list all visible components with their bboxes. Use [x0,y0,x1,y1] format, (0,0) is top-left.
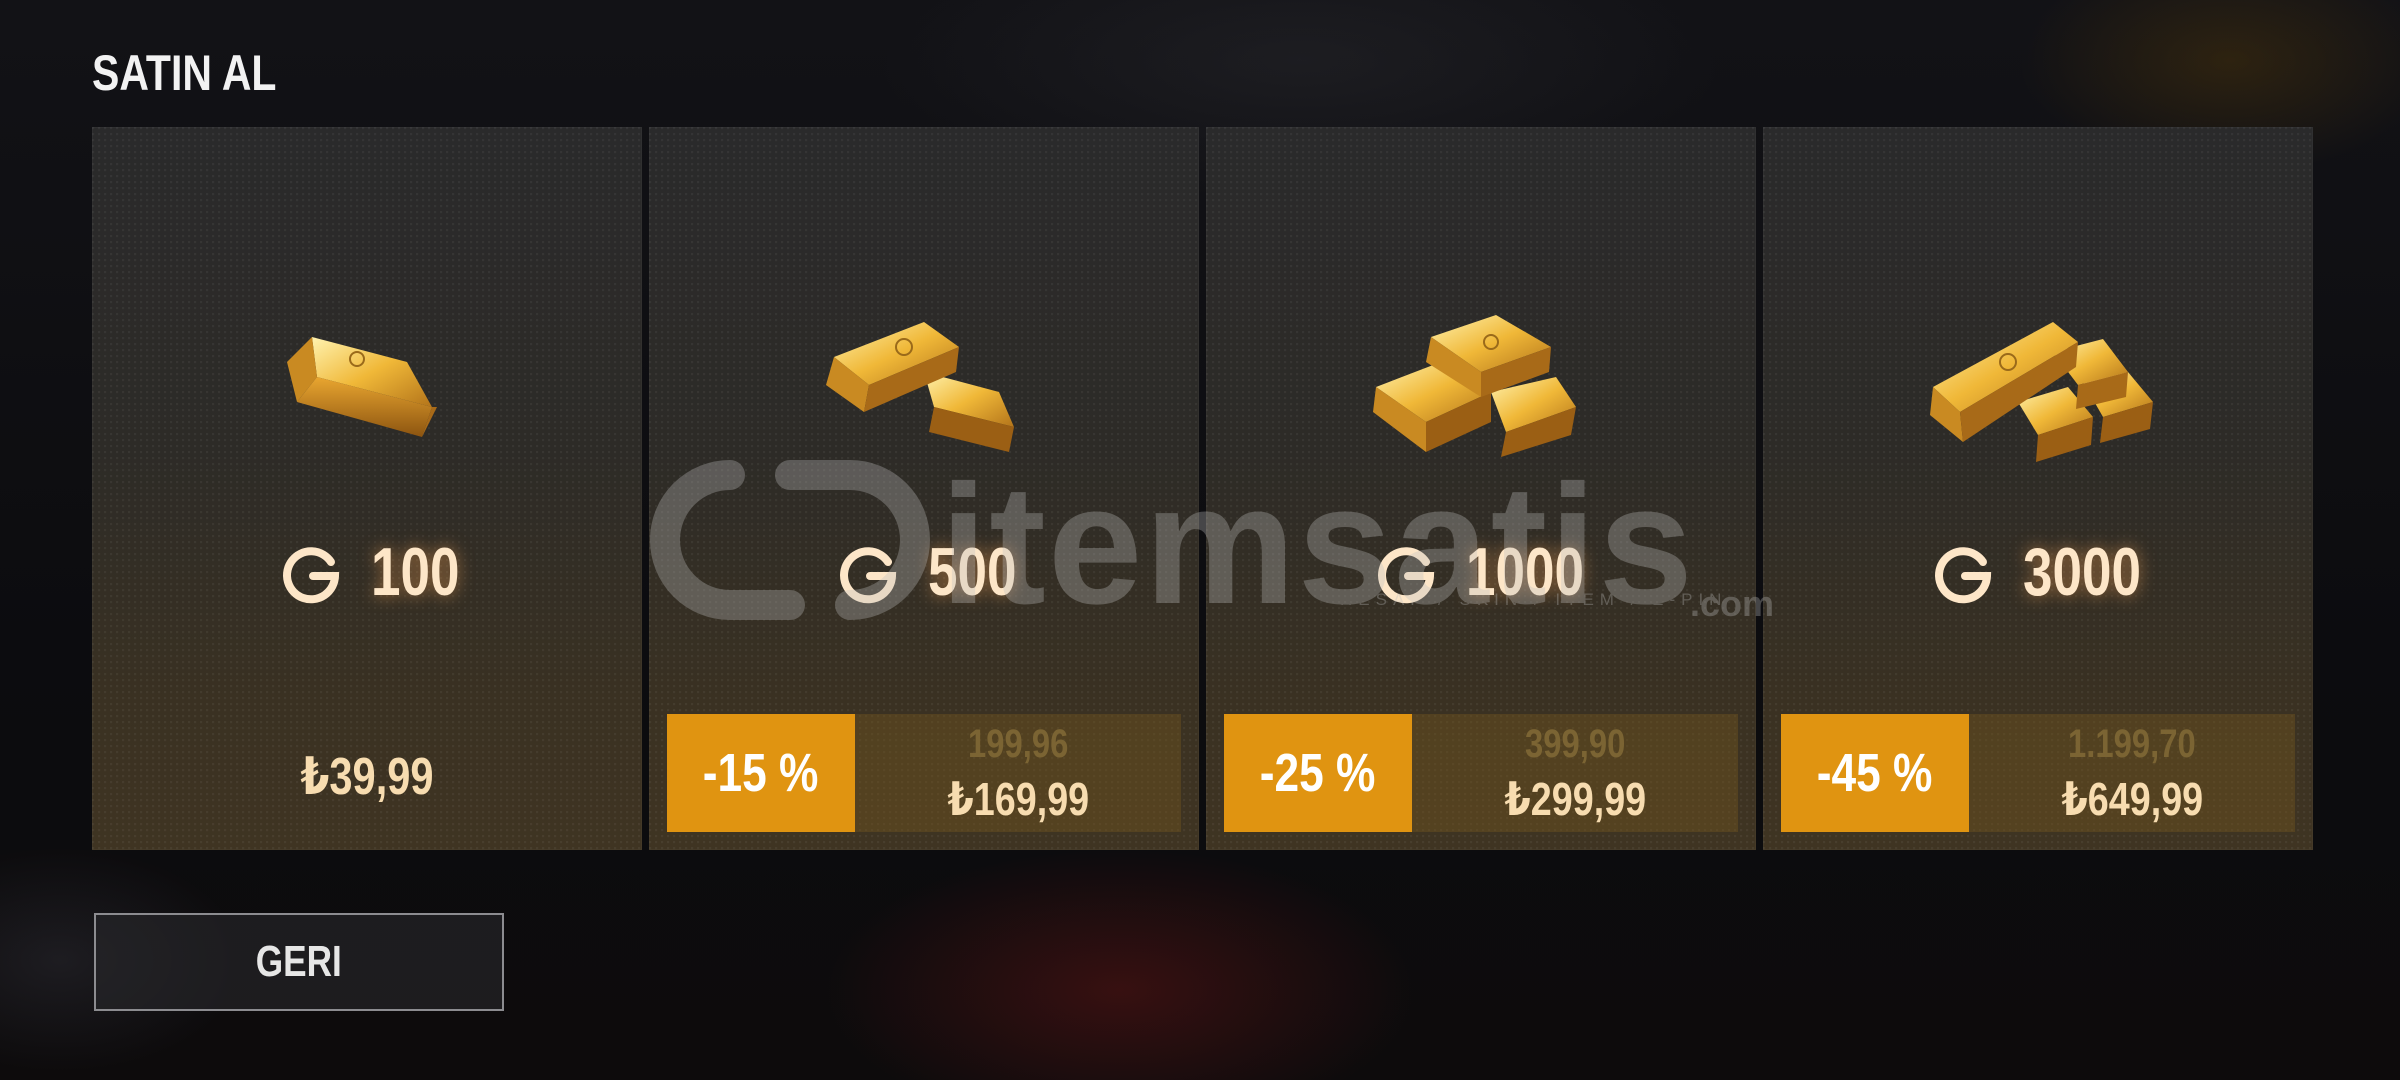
gold-bars-stack-icon [1373,315,1576,457]
discount-badge: -15 % [667,714,855,832]
price-label: ₺169,99 [947,773,1089,825]
shop-screen: SATIN AL 100 ₺39,99 500 -15 % 199,96 ₺16… [0,0,2400,1080]
gold-g-icon [1378,547,1435,604]
gold-bar-icon [287,337,437,437]
package-card-3000[interactable]: 3000 -45 % 1.199,70 ₺649,99 [1763,127,2313,850]
gold-bars-icon [826,322,1014,452]
price-label: ₺39,99 [300,748,434,806]
page-title: SATIN AL [92,45,277,101]
back-button[interactable]: GERI [94,913,504,1011]
gold-g-icon [1935,547,1992,604]
deal-box: -45 % 1.199,70 ₺649,99 [1781,714,2295,832]
package-list: 100 ₺39,99 500 -15 % 199,96 ₺169,99 1000… [92,127,2314,850]
amount-row: 1000 [1206,527,1756,617]
gold-g-icon [283,547,340,604]
package-card-500[interactable]: 500 -15 % 199,96 ₺169,99 [649,127,1199,850]
gold-bars-pile-icon [1930,322,2153,462]
amount-row: 3000 [1763,527,2313,617]
old-price: 199,96 [967,722,1069,766]
discount-badge: -25 % [1224,714,1412,832]
price-label: ₺649,99 [2061,773,2203,825]
discount-badge: -45 % [1781,714,1969,832]
gold-amount: 1000 [1466,534,1585,610]
package-card-1000[interactable]: 1000 -25 % 399,90 ₺299,99 [1206,127,1756,850]
deal-box: -25 % 399,90 ₺299,99 [1224,714,1738,832]
gold-amount: 100 [371,534,460,610]
old-price: 399,90 [1524,722,1626,766]
deal-box: -15 % 199,96 ₺169,99 [667,714,1181,832]
old-price: 1.199,70 [2068,722,2196,766]
price-label: ₺299,99 [1504,773,1646,825]
amount-row: 100 [92,527,642,617]
gold-g-icon [840,547,897,604]
gold-amount: 500 [928,534,1017,610]
amount-row: 500 [649,527,1199,617]
gold-amount: 3000 [2023,534,2142,610]
package-card-100[interactable]: 100 ₺39,99 [92,127,642,850]
